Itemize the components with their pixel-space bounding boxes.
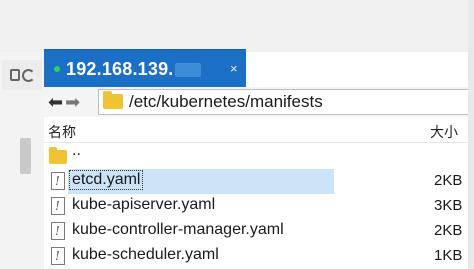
document-icon [51,172,65,190]
forward-arrow-icon[interactable]: ➡ [65,92,80,113]
path-text[interactable]: /etc/kubernetes/manifests [129,92,323,112]
left-scrollbar[interactable] [20,138,31,174]
folder-icon [49,147,67,164]
path-input[interactable]: /etc/kubernetes/manifests [98,89,474,115]
column-size-header[interactable]: 大小 [430,122,458,142]
name-cell: kube-apiserver.yaml [68,194,334,219]
list-item[interactable]: etcd.yaml 2KB [44,169,474,194]
file-name: kube-apiserver.yaml [72,196,216,213]
name-cell: kube-scheduler.yaml [68,244,334,269]
tab-session[interactable]: 192.168.139. × [44,49,246,87]
left-pane-toolbar [2,60,42,90]
file-size: 3KB [434,197,463,214]
name-cell: .. [44,142,310,169]
back-forward-buttons[interactable]: ⬅ ➡ [48,91,98,113]
back-arrow-icon[interactable]: ⬅ [48,92,63,113]
document-icon [51,222,65,240]
file-size: 2KB [434,172,463,189]
refresh-icon[interactable] [21,68,35,82]
list-item[interactable]: kube-controller-manager.yaml 2KB [44,219,474,244]
column-name-header[interactable]: 名称 [48,122,76,142]
list-item[interactable]: kube-scheduler.yaml 1KB [44,244,474,269]
file-name: etcd.yaml [69,170,144,190]
pane-view-icon[interactable] [9,69,20,81]
file-name: kube-scheduler.yaml [72,246,219,263]
name-cell: etcd.yaml [68,169,334,194]
list-item[interactable]: kube-apiserver.yaml 3KB [44,194,474,219]
document-icon [51,197,65,215]
tab-title: 192.168.139. [66,59,201,80]
file-name: .. [72,142,81,159]
folder-icon [103,91,123,109]
column-header: 名称 大小 [44,117,474,143]
file-name: kube-controller-manager.yaml [72,221,284,238]
list-item[interactable]: .. [44,142,474,169]
right-scrollbar[interactable] [468,0,474,269]
file-size: 2KB [434,222,463,239]
title-area [0,0,474,52]
status-dot-icon [54,66,60,72]
file-list: 名称 大小 .. etcd.yaml 2KB kube-apiserver.ya… [44,117,474,269]
name-cell: kube-controller-manager.yaml [68,219,334,244]
tab-close-icon[interactable]: × [230,61,238,76]
redacted-mask [174,63,201,78]
document-icon [51,247,65,265]
address-bar: ⬅ ➡ /etc/kubernetes/manifests [44,87,474,117]
file-size: 1KB [434,247,463,264]
